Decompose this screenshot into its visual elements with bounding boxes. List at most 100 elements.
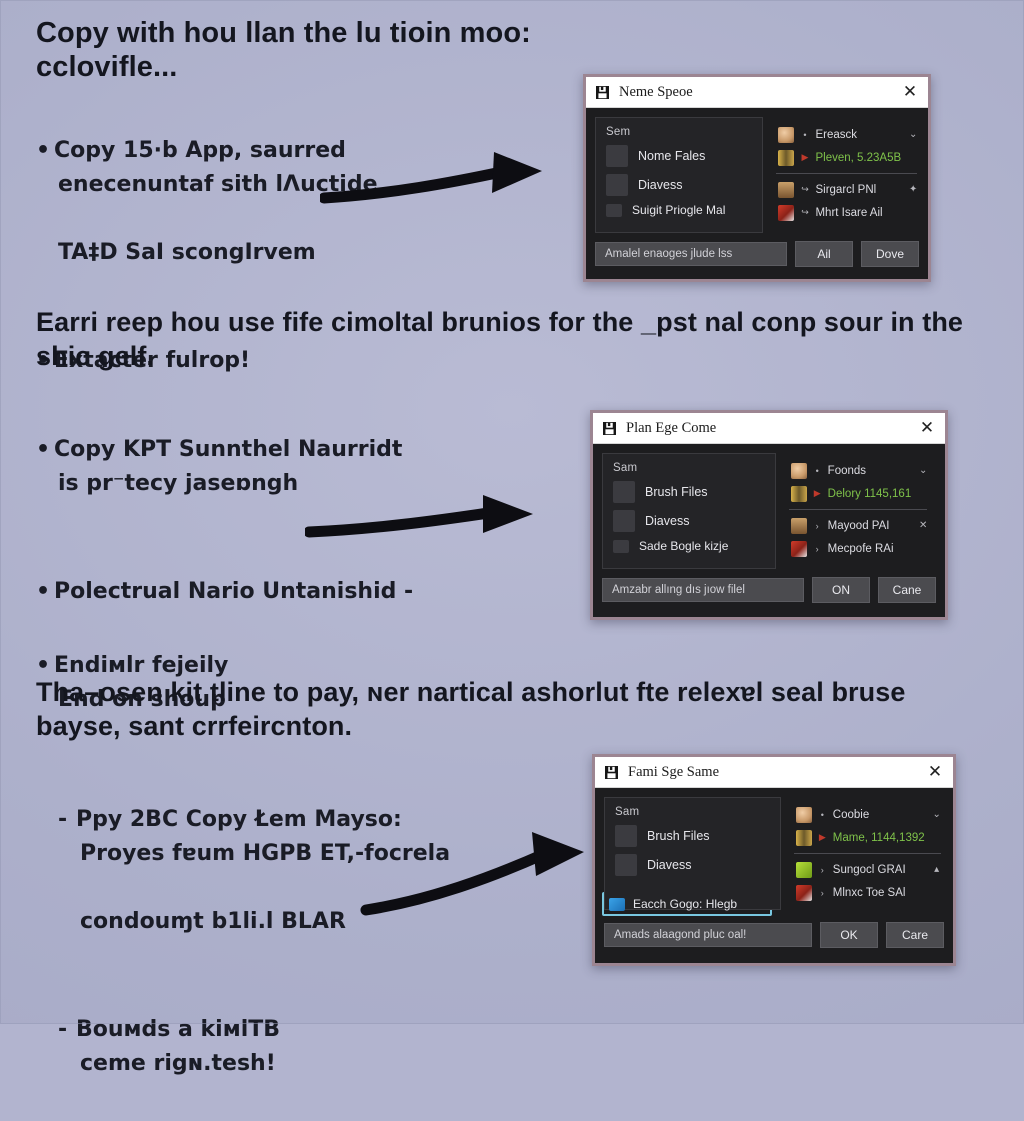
save-disk-icon	[602, 421, 617, 436]
dialog-2-titlebar[interactable]: Plan Ege Come ✕	[593, 413, 945, 444]
dialog-3-titlebar[interactable]: Fami Sge Same ✕	[595, 757, 953, 788]
bullet-marker: -	[58, 807, 68, 832]
close-icon[interactable]: ✕	[917, 418, 937, 438]
list-item[interactable]: ↪ Sirgarcl PNl ✦	[774, 178, 923, 201]
list-item-label: Mecpofe RAi	[827, 542, 894, 555]
chevron-down-icon[interactable]: ⌄	[907, 129, 919, 140]
door-icon	[790, 517, 807, 534]
confirm-button[interactable]: Ail	[795, 241, 853, 267]
dialog-3-footer: Amads alaagond pluc ᴏal! OK Care	[595, 916, 953, 958]
wide-action-button[interactable]: Amzabr allıng dıs jıow filel	[602, 578, 804, 602]
list-item-label: Brush Files	[647, 829, 710, 843]
arrow-to-dialog-1	[320, 152, 542, 204]
bullet-marker: •	[36, 138, 51, 163]
list-item-label: Mayood PAI	[827, 519, 890, 532]
chevron-up-icon[interactable]: ▴	[931, 864, 943, 875]
list-item[interactable]: ↪ Mhrt Isare Ail	[774, 201, 923, 224]
arrow-icon: ↪	[801, 207, 809, 217]
list-item-label: Mhrt Isare Ail	[815, 206, 883, 219]
bullet-line: Copy KPT Sunnthel Naurridt	[54, 437, 403, 462]
dialog-2-title: Plan Ege Come	[626, 419, 717, 436]
dialog-1-title: Neme Speoe	[619, 83, 693, 100]
list-item-label: Coobie	[832, 808, 870, 821]
list-item[interactable]: › Mecpofe RAi	[787, 537, 934, 560]
chevron-down-icon[interactable]: ⌄	[931, 809, 943, 820]
wide-action-button[interactable]: Amalel enaoges jlude lss	[595, 242, 787, 266]
head-avatar-icon	[778, 126, 795, 143]
door-icon	[778, 181, 795, 198]
cancel-button[interactable]: Care	[886, 922, 944, 948]
arrow-icon: ›	[815, 543, 819, 554]
list-item-label: Diavess	[645, 514, 690, 528]
dialog-2-left-pane: Sam Brush Files Diavess Sade Bogle kizje	[602, 453, 776, 569]
list-item-label: Ereasck	[815, 128, 858, 141]
secondary-button[interactable]: Dove	[861, 241, 919, 267]
list-item-label: Pleven, 5.23A5Β	[815, 151, 902, 164]
save-disk-icon	[595, 85, 610, 100]
list-item[interactable]: • Foonds ⌄	[787, 459, 934, 482]
dialog-window-3[interactable]: Fami Sge Same ✕ Sam Brush Files Diavess …	[592, 754, 956, 966]
list-item[interactable]: Brush Files	[615, 825, 772, 847]
wide-action-button[interactable]: Amads alaagond pluc ᴏal!	[604, 923, 812, 947]
section-1-heading: Copy with hou llan the lu tioin moo: ccl…	[36, 17, 531, 83]
list-item[interactable]: Diavess	[615, 854, 772, 876]
list-item[interactable]: Suigit Priogle Mal	[606, 203, 754, 217]
portrait-icon	[615, 854, 637, 876]
close-icon[interactable]: ✕	[900, 82, 920, 102]
dialog-1-footer: Amalel enaoges jlude lss Ail Dove	[586, 233, 928, 277]
dialog-2-right-pane: • Foonds ⌄ ▶ Delory 1145,161 › Mayood PA…	[785, 453, 938, 569]
dialog-1-titlebar[interactable]: Neme Speoe ✕	[586, 77, 928, 108]
list-item[interactable]: ▶ Pleven, 5.23A5Β	[774, 146, 923, 169]
arrow-icon: ›	[820, 864, 824, 875]
red-folder-icon	[615, 825, 637, 847]
divider	[776, 173, 918, 174]
bullet-line: Bouмds a kiмlTB	[76, 1017, 281, 1042]
dialog-2-footer: Amzabr allıng dıs jıow filel ON Cane	[593, 569, 945, 613]
red-folder-icon	[613, 481, 635, 503]
bullet-line: ceme rigɴ.tesh!	[80, 1051, 276, 1076]
list-item[interactable]: Diavess	[606, 174, 754, 196]
play-icon: ▶	[813, 488, 821, 498]
dialog-window-2[interactable]: Plan Ege Come ✕ Sam Brush Files Diavess …	[590, 410, 948, 620]
list-item[interactable]: • Ereasck ⌄	[774, 123, 923, 146]
list-item[interactable]: Sade Bogle kizje	[613, 539, 767, 553]
list-item-label: Mame, 1144,1392	[832, 831, 925, 844]
dialog-2-body: Sam Brush Files Diavess Sade Bogle kizje…	[593, 444, 945, 569]
film-strip-icon	[790, 485, 807, 502]
list-item-label: Suigit Priogle Mal	[632, 203, 726, 217]
list-item-label: Delory 1145,161	[827, 487, 912, 500]
arrow-icon: ›	[815, 520, 819, 531]
close-icon[interactable]: ✕	[925, 762, 945, 782]
green-app-icon	[795, 861, 812, 878]
list-item[interactable]: • Coobie ⌄	[792, 803, 947, 826]
play-icon: ▶	[801, 152, 809, 162]
bullet-dot-icon: •	[803, 129, 807, 140]
list-item[interactable]: › Mayood PAI ✕	[787, 514, 934, 537]
list-item[interactable]: ▶ Mame, 1144,1392	[792, 826, 947, 849]
book-icon	[790, 540, 807, 557]
ok-button[interactable]: OK	[820, 922, 878, 948]
list-item-label: Brush Files	[645, 485, 708, 499]
list-item[interactable]: Brush Files	[613, 481, 767, 503]
film-strip-icon	[795, 829, 812, 846]
list-item[interactable]: › Sungocl GRAI ▴	[792, 858, 947, 881]
dialog-2-section-label: Sam	[613, 462, 638, 474]
section-3-heading: Tha–osen kit tline to pay, ɴer nartical …	[36, 677, 906, 741]
dialog-3-right-pane: • Coobie ⌄ ▶ Mame, 1144,1392 › Sungocl G…	[790, 797, 951, 910]
dialog-window-1[interactable]: Neme Speoe ✕ Sem Nome Fales Diavess Suig…	[583, 74, 931, 282]
confirm-button[interactable]: ON	[812, 577, 870, 603]
list-item[interactable]: Diavess	[613, 510, 767, 532]
dialog-1-left-pane: Sem Nome Fales Diavess Suigit Priogle Ma…	[595, 117, 764, 233]
arrow-to-dialog-2	[305, 495, 533, 538]
close-icon[interactable]: ✕	[917, 520, 929, 531]
cancel-button[interactable]: Cane	[878, 577, 936, 603]
dialog-3-title: Fami Sge Same	[628, 763, 720, 780]
star-icon[interactable]: ✦	[907, 184, 919, 195]
bullet-line: Ppy 2BC Copy Łem Mayso:	[76, 807, 402, 832]
list-item[interactable]: › Mlnxc Toe SAl	[792, 881, 947, 904]
chevron-down-icon[interactable]: ⌄	[917, 465, 929, 476]
list-item[interactable]: ▶ Delory 1145,161	[787, 482, 934, 505]
divider	[793, 853, 941, 854]
highlighted-item-label: Eacch Gogo: Hlegb	[633, 897, 738, 911]
list-item[interactable]: Nome Fales	[606, 145, 754, 167]
